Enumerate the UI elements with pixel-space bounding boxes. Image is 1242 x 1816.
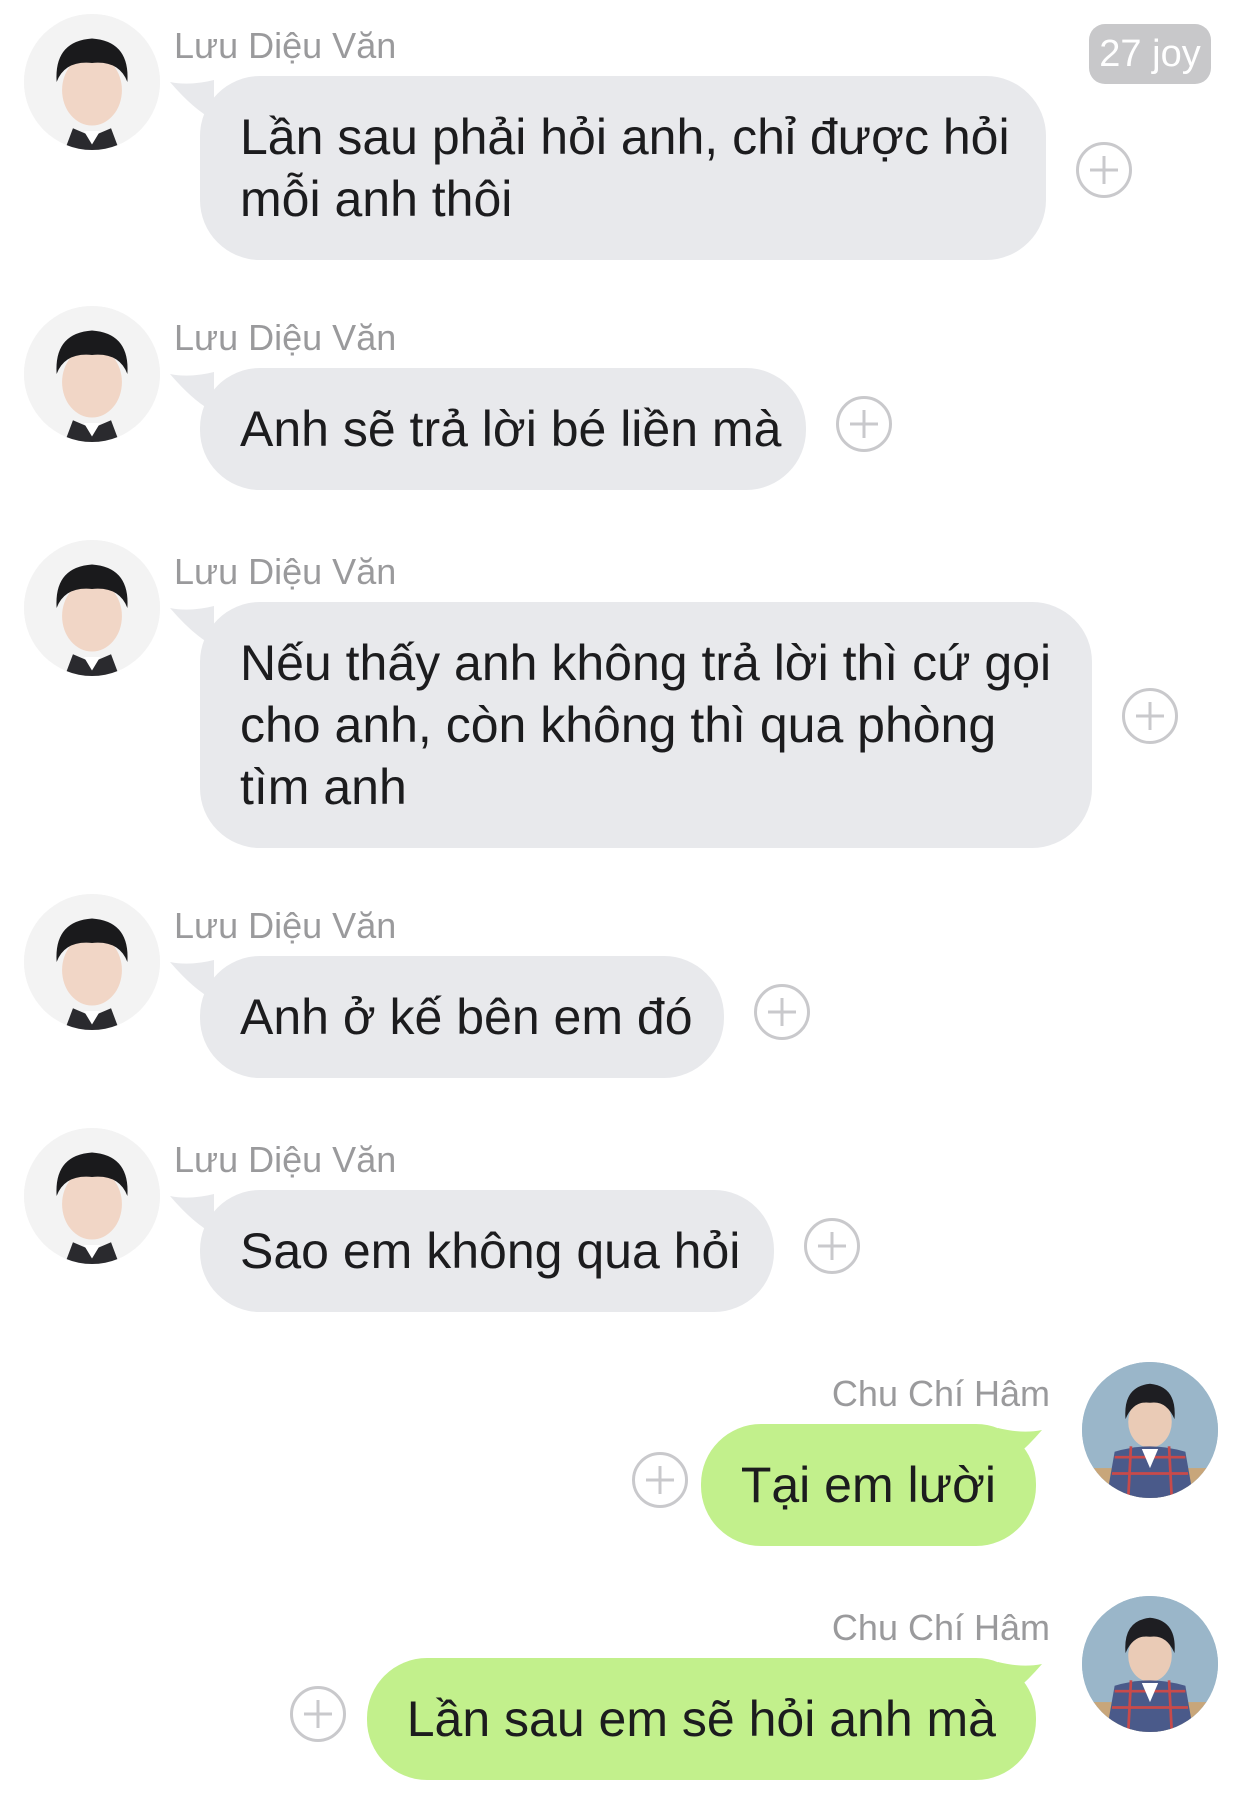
add-reaction-icon[interactable] bbox=[754, 984, 810, 1040]
add-reaction-icon[interactable] bbox=[836, 396, 892, 452]
avatar[interactable] bbox=[1082, 1362, 1218, 1498]
add-reaction-icon[interactable] bbox=[804, 1218, 860, 1274]
message-text: cho anh, còn không thì qua phòng bbox=[240, 697, 997, 753]
message-row: Lưu Diệu Văn Lần sau phải hỏi anh, chỉ đ… bbox=[0, 14, 1242, 260]
avatar[interactable] bbox=[24, 306, 160, 442]
avatar[interactable] bbox=[24, 540, 160, 676]
message-text: Nếu thấy anh không trả lời thì cứ gọi bbox=[240, 635, 1052, 691]
sender-name: Lưu Diệu Văn bbox=[174, 905, 397, 946]
message-bubble[interactable]: Sao em không qua hỏi bbox=[200, 1190, 774, 1312]
message-row: Chu Chí Hâm Tại em lười bbox=[0, 1362, 1242, 1546]
message-text: Anh ở kế bên em đó bbox=[240, 989, 693, 1045]
message-bubble[interactable]: Anh sẽ trả lời bé liền mà bbox=[200, 368, 806, 490]
message-text: Tại em lười bbox=[740, 1457, 996, 1513]
avatar[interactable] bbox=[24, 1128, 160, 1264]
message-text: mỗi anh thôi bbox=[240, 171, 513, 227]
sender-name: Chu Chí Hâm bbox=[831, 1373, 1050, 1414]
message-row: Lưu Diệu Văn Anh sẽ trả lời bé liền mà bbox=[0, 306, 1242, 490]
sender-name: Chu Chí Hâm bbox=[831, 1607, 1050, 1648]
add-reaction-icon[interactable] bbox=[1122, 688, 1178, 744]
add-reaction-icon[interactable] bbox=[290, 1686, 346, 1742]
message-text: Lần sau em sẽ hỏi anh mà bbox=[406, 1691, 996, 1747]
message-bubble[interactable]: Nếu thấy anh không trả lời thì cứ gọi ch… bbox=[200, 602, 1092, 848]
add-reaction-icon[interactable] bbox=[1076, 142, 1132, 198]
message-row: Lưu Diệu Văn Nếu thấy anh không trả lời … bbox=[0, 540, 1242, 848]
avatar[interactable] bbox=[1082, 1596, 1218, 1732]
add-reaction-icon[interactable] bbox=[632, 1452, 688, 1508]
message-bubble[interactable]: Lần sau phải hỏi anh, chỉ được hỏi mỗi a… bbox=[200, 76, 1046, 260]
message-text: Anh sẽ trả lời bé liền mà bbox=[240, 401, 782, 457]
message-bubble[interactable]: Tại em lười bbox=[700, 1424, 1036, 1546]
sender-name: Lưu Diệu Văn bbox=[174, 1139, 397, 1180]
message-row: Chu Chí Hâm Lần sau em sẽ hỏi anh mà bbox=[0, 1596, 1242, 1780]
sender-name: Lưu Diệu Văn bbox=[174, 551, 397, 592]
message-row: Lưu Diệu Văn Anh ở kế bên em đó bbox=[0, 894, 1242, 1078]
message-text: Lần sau phải hỏi anh, chỉ được hỏi bbox=[240, 109, 1010, 165]
message-bubble[interactable]: Lần sau em sẽ hỏi anh mà bbox=[366, 1658, 1036, 1780]
avatar[interactable] bbox=[24, 894, 160, 1030]
message-text: Sao em không qua hỏi bbox=[240, 1223, 741, 1279]
sender-name: Lưu Diệu Văn bbox=[174, 25, 397, 66]
sender-name: Lưu Diệu Văn bbox=[174, 317, 397, 358]
message-text: tìm anh bbox=[240, 759, 407, 815]
message-row: Lưu Diệu Văn Sao em không qua hỏi bbox=[0, 1128, 1242, 1312]
avatar[interactable] bbox=[24, 14, 160, 150]
message-bubble[interactable]: Anh ở kế bên em đó bbox=[200, 956, 724, 1078]
